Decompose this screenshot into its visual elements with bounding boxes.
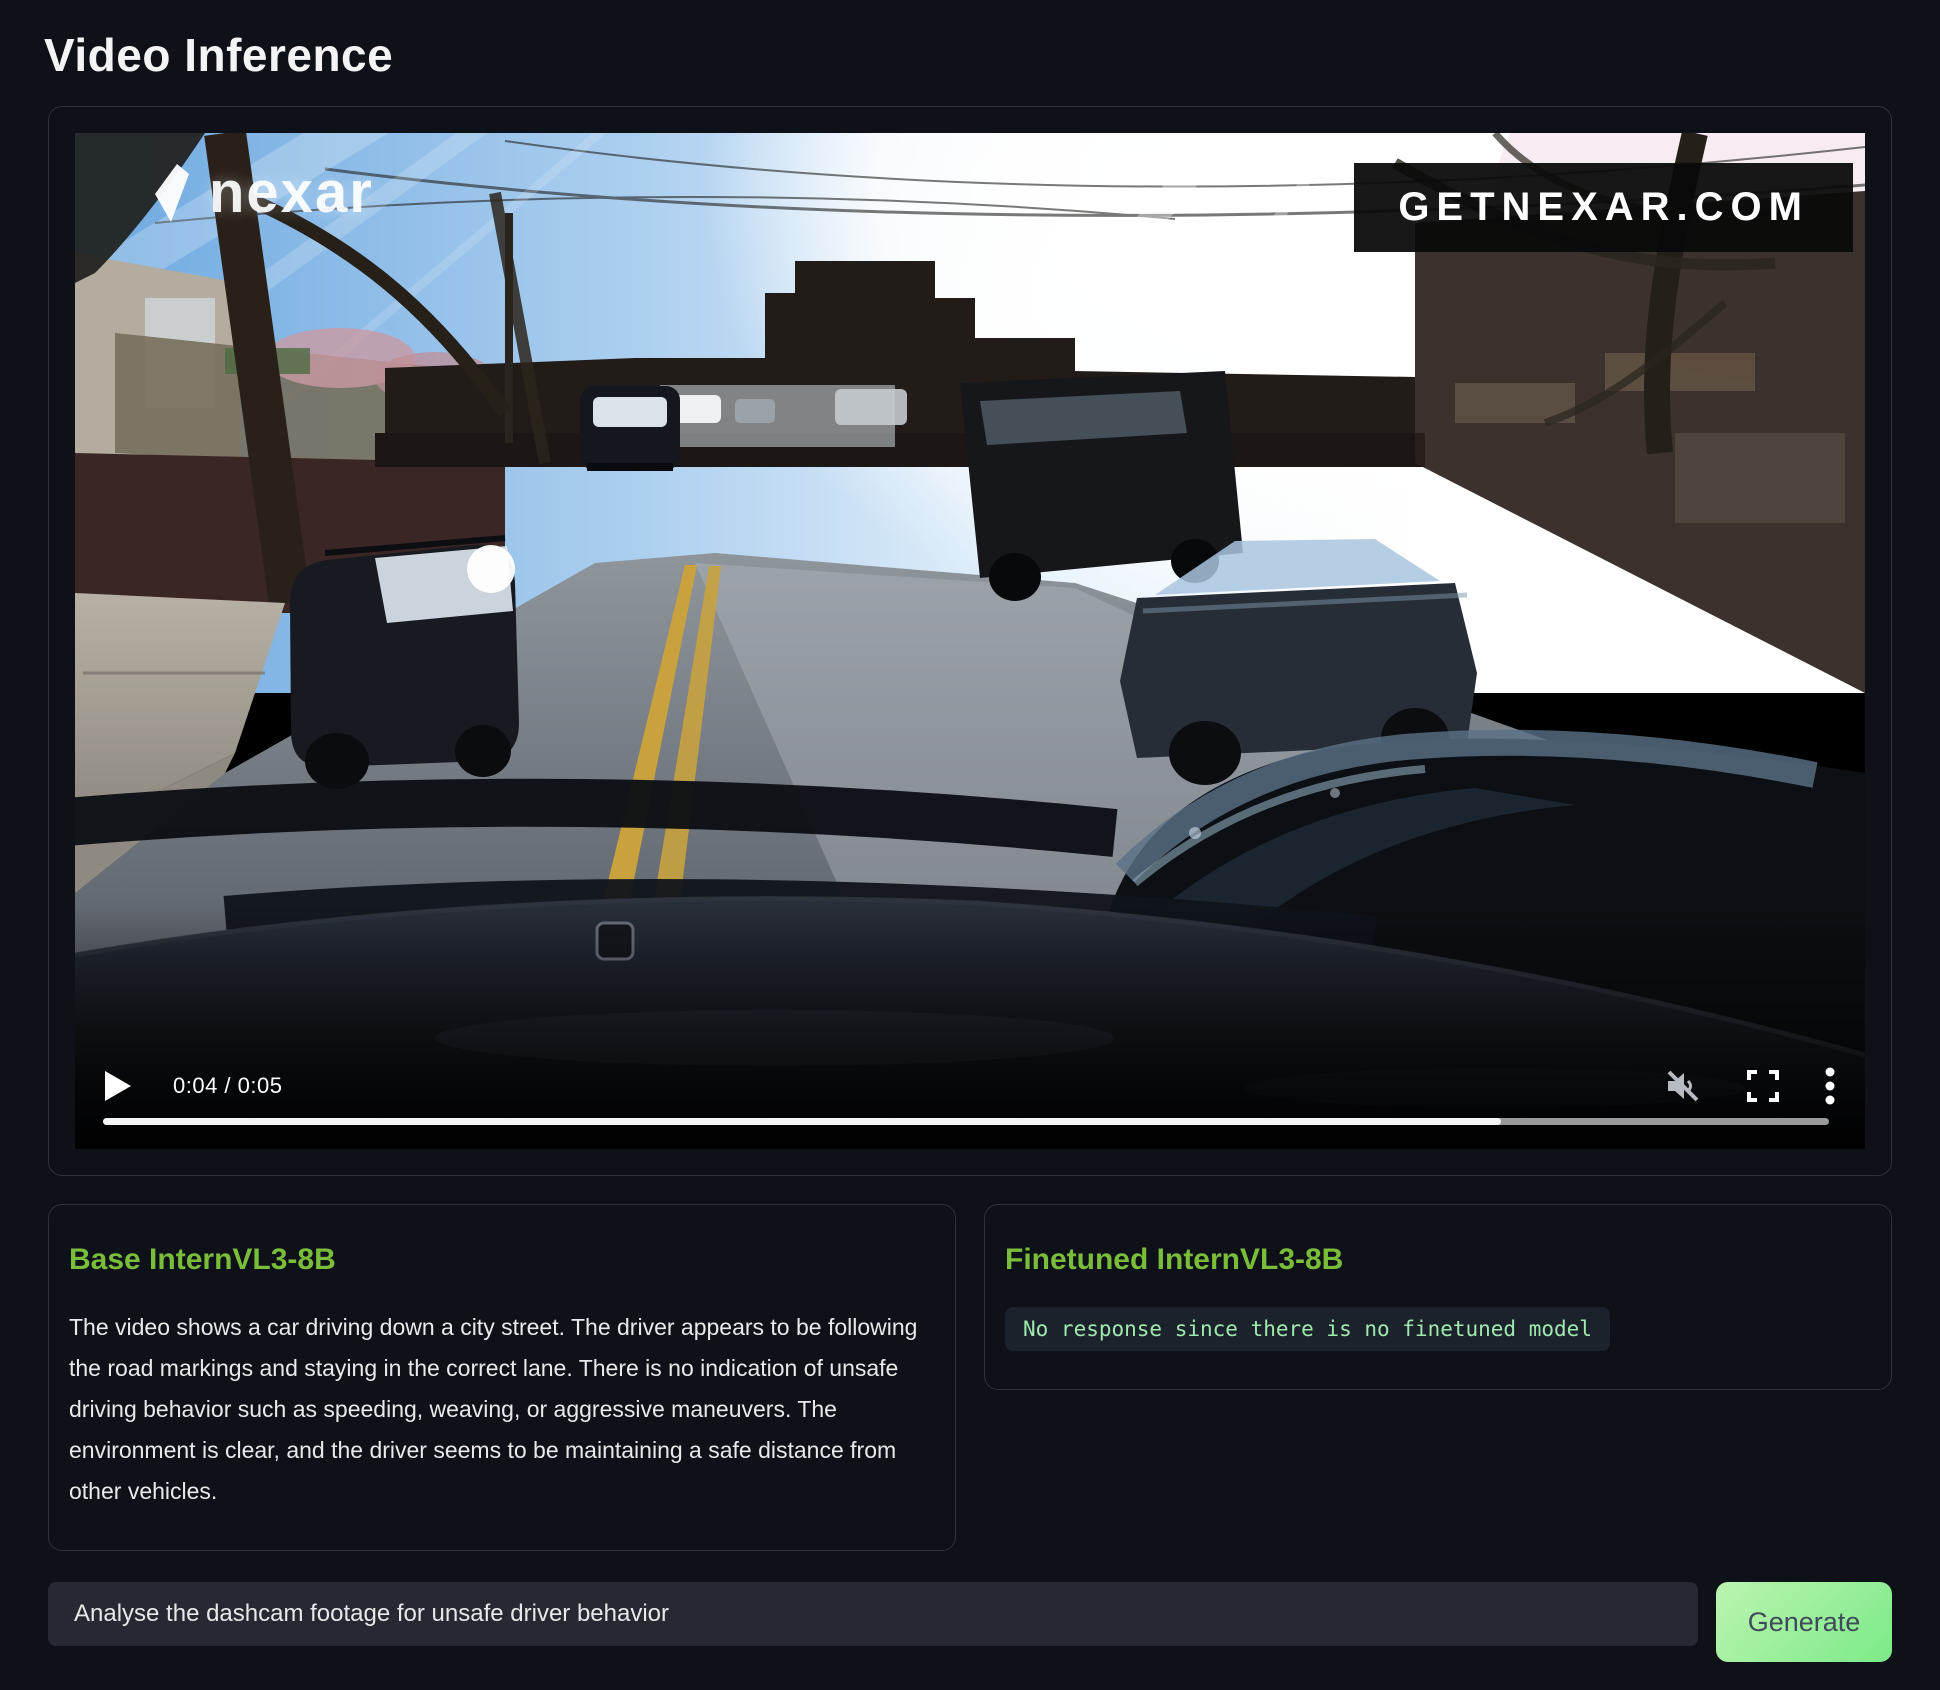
page-title: Video Inference <box>44 28 1940 82</box>
video-card: nexar GETNEXAR.COM 0:04 / 0:05 <box>48 106 1892 1176</box>
kebab-menu-icon <box>1825 1067 1835 1105</box>
dashcam-video-frame <box>75 133 1865 1149</box>
base-result-card: Base InternVL3-8B The video shows a car … <box>48 1204 956 1551</box>
video-controls: 0:04 / 0:05 <box>105 1067 1835 1105</box>
mute-button[interactable] <box>1665 1069 1701 1103</box>
fullscreen-button[interactable] <box>1747 1070 1779 1102</box>
finetuned-result-message: No response since there is no finetuned … <box>1005 1307 1610 1351</box>
nexar-watermark-text: nexar <box>209 159 374 226</box>
prompt-input[interactable] <box>48 1582 1698 1646</box>
getnexar-badge: GETNEXAR.COM <box>1354 163 1853 252</box>
generate-button[interactable]: Generate <box>1716 1582 1892 1662</box>
time-display: 0:04 / 0:05 <box>173 1073 282 1099</box>
distant-street <box>660 385 907 447</box>
nexar-watermark: nexar <box>153 159 374 226</box>
muted-speaker-icon <box>1665 1069 1701 1103</box>
progress-bar[interactable] <box>103 1118 1829 1125</box>
nexar-logo-icon <box>153 162 193 224</box>
base-result-text: The video shows a car driving down a cit… <box>69 1307 935 1512</box>
fullscreen-icon <box>1747 1070 1779 1102</box>
finetuned-result-card: Finetuned InternVL3-8B No response since… <box>984 1204 1892 1390</box>
menu-button[interactable] <box>1825 1067 1835 1105</box>
base-result-title: Base InternVL3-8B <box>69 1243 935 1277</box>
results-panels: Base InternVL3-8B The video shows a car … <box>48 1204 1892 1551</box>
progress-played <box>103 1118 1501 1125</box>
parked-suv-left <box>290 538 519 789</box>
play-button[interactable] <box>105 1071 131 1101</box>
controls-gradient <box>75 903 1865 1149</box>
video-player[interactable]: nexar GETNEXAR.COM 0:04 / 0:05 <box>75 133 1865 1149</box>
prompt-row: Generate <box>48 1582 1892 1662</box>
finetuned-result-title: Finetuned InternVL3-8B <box>1005 1243 1871 1277</box>
lead-suv <box>580 386 680 471</box>
